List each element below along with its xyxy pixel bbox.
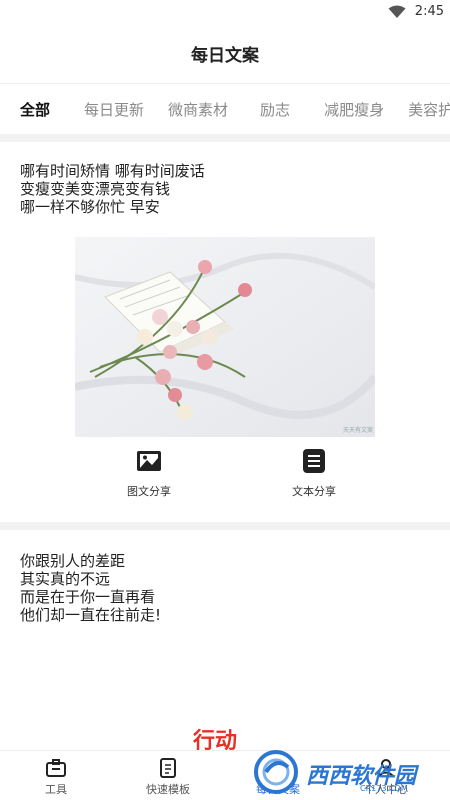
tab-all[interactable]: 全部 — [20, 99, 50, 120]
tab-beauty[interactable]: 美容护 — [408, 99, 450, 120]
status-time: 2:45 — [414, 4, 444, 19]
post-card: 哪有时间矫情 哪有时间废话 变瘦变美变漂亮变有钱 哪一样不够你忙 早安 天天有文… — [0, 142, 450, 522]
section-divider — [0, 522, 450, 530]
page-title: 每日文案 — [191, 46, 259, 66]
post-text: 哪有时间矫情 哪有时间废话 变瘦变美变漂亮变有钱 哪一样不够你忙 早安 — [20, 162, 205, 216]
image-watermark: 天天有文案 — [342, 427, 373, 434]
flowers-on-book-photo — [75, 237, 375, 437]
poster-text: 行动 — [193, 729, 238, 753]
nav-tools-label: 工具 — [45, 783, 67, 796]
status-bar: 2:45 — [0, 0, 450, 24]
post-card: 你跟别人的差距 其实真的不远 而是在于你一直再看 他们却一直在往前走! 行动 — [0, 530, 450, 753]
image-icon — [136, 448, 162, 474]
template-icon — [157, 757, 179, 779]
image-share-button[interactable]: 图文分享 — [89, 448, 209, 499]
category-tabs: 全部 每日更新 微商素材 励志 减肥瘦身 美容护 — [0, 84, 450, 134]
text-share-label: 文本分享 — [292, 485, 336, 498]
tab-weight-loss[interactable]: 减肥瘦身 — [324, 99, 384, 120]
section-divider — [0, 134, 450, 142]
nav-tools[interactable]: 工具 — [16, 757, 96, 797]
post-text: 你跟别人的差距 其实真的不远 而是在于你一直再看 他们却一直在往前走! — [20, 552, 162, 624]
tab-inspirational[interactable]: 励志 — [260, 99, 290, 120]
nav-quick-template[interactable]: 快速模板 — [128, 757, 208, 797]
logo-sub: CR173.COM — [360, 784, 408, 793]
document-icon — [301, 448, 327, 474]
share-row: 图文分享 文本分享 — [0, 448, 450, 512]
title-bar: 每日文案 — [0, 24, 450, 84]
post-image[interactable]: 行动 — [128, 643, 322, 753]
post-image[interactable]: 天天有文案 — [75, 237, 375, 437]
image-share-label: 图文分享 — [127, 485, 171, 498]
text-share-button[interactable]: 文本分享 — [254, 448, 374, 499]
logo-icon — [254, 750, 298, 794]
nav-template-label: 快速模板 — [146, 783, 190, 796]
toolbox-icon — [45, 757, 67, 779]
tab-wechat-material[interactable]: 微商素材 — [168, 99, 228, 120]
wifi-icon — [388, 5, 406, 18]
tab-daily-update[interactable]: 每日更新 — [84, 99, 144, 120]
site-watermark-logo: 西西软件园 CR173.COM — [250, 748, 440, 796]
